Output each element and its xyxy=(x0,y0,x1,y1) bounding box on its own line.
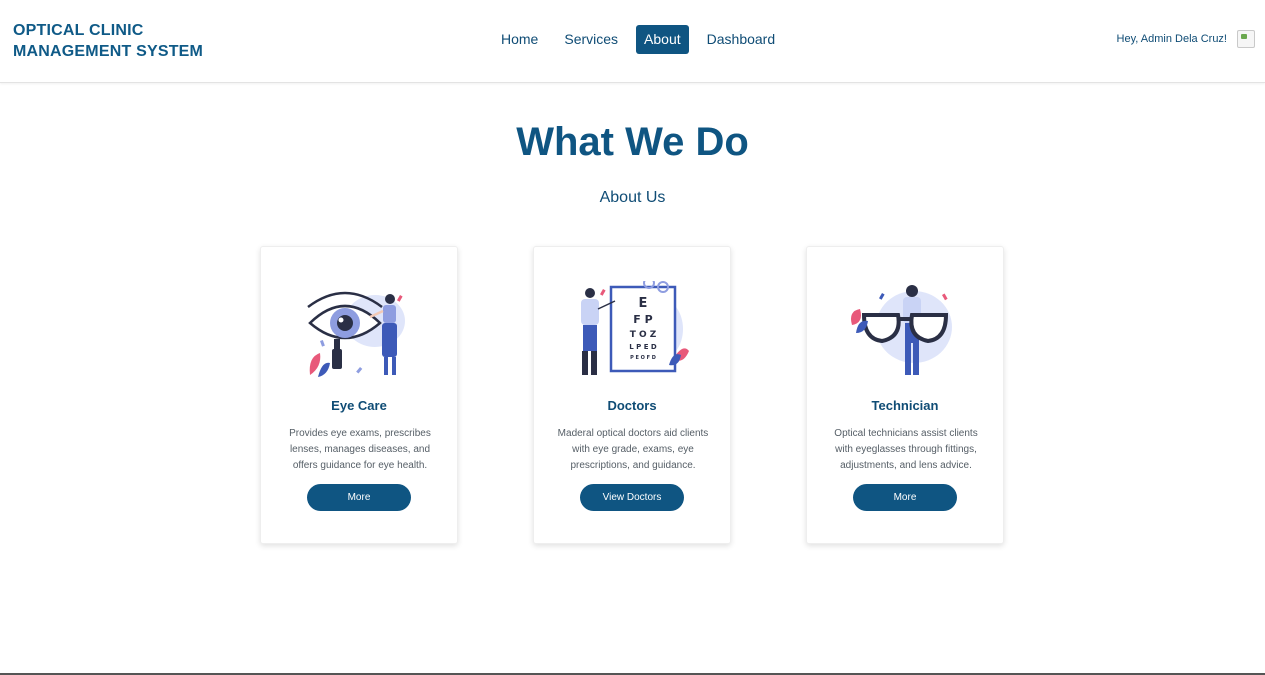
nav-about[interactable]: About xyxy=(636,25,689,54)
service-card-eye-care: Eye Care Provides eye exams, prescribes … xyxy=(260,246,458,544)
nav-services[interactable]: Services xyxy=(556,25,626,54)
chart-row-4: L P E D xyxy=(629,343,657,351)
technician-glasses-illustration xyxy=(851,285,952,375)
card-description: Provides eye exams, prescribes lenses, m… xyxy=(289,428,431,471)
card-description: Maderal optical doctors aid clients with… xyxy=(557,428,709,471)
page-subtitle: About Us xyxy=(599,189,666,206)
chart-row-5: P E O F D xyxy=(630,355,656,361)
service-card-technician: Technician Optical technicians assist cl… xyxy=(806,246,1004,544)
page-title: What We Do xyxy=(516,120,749,164)
chart-row-3: T O Z xyxy=(630,330,657,340)
service-card-doctors: E F P T O Z L P E D P E O F D Doctors Ma… xyxy=(533,246,731,544)
brand-logo-text[interactable]: OPTICAL CLINIC MANAGEMENT SYSTEM xyxy=(13,20,203,62)
eye-care-illustration xyxy=(307,291,405,377)
view-doctors-button[interactable]: View Doctors xyxy=(580,484,684,511)
chart-row-2: F P xyxy=(633,313,652,326)
main-nav: Home Services About Dashboard xyxy=(493,25,793,54)
brand-line-2: MANAGEMENT SYSTEM xyxy=(13,43,204,60)
card-title: Eye Care xyxy=(331,398,387,413)
doctor-eye-chart-illustration: E F P T O Z L P E D P E O F D xyxy=(581,281,689,375)
nav-home[interactable]: Home xyxy=(493,25,546,54)
brand-line-1: OPTICAL CLINIC xyxy=(13,22,144,39)
card-title: Doctors xyxy=(607,398,657,413)
user-greeting: Hey, Admin Dela Cruz! xyxy=(1116,33,1227,45)
top-navbar: OPTICAL CLINIC MANAGEMENT SYSTEM Home Se… xyxy=(0,0,1265,83)
technician-more-button[interactable]: More xyxy=(853,484,957,511)
avatar-broken-image-icon[interactable] xyxy=(1237,30,1255,48)
card-title: Technician xyxy=(871,398,939,413)
card-description: Optical technicians assist clients with … xyxy=(834,428,978,471)
nav-dashboard[interactable]: Dashboard xyxy=(699,25,784,54)
eye-care-more-button[interactable]: More xyxy=(307,484,411,511)
chart-row-1: E xyxy=(639,296,648,311)
